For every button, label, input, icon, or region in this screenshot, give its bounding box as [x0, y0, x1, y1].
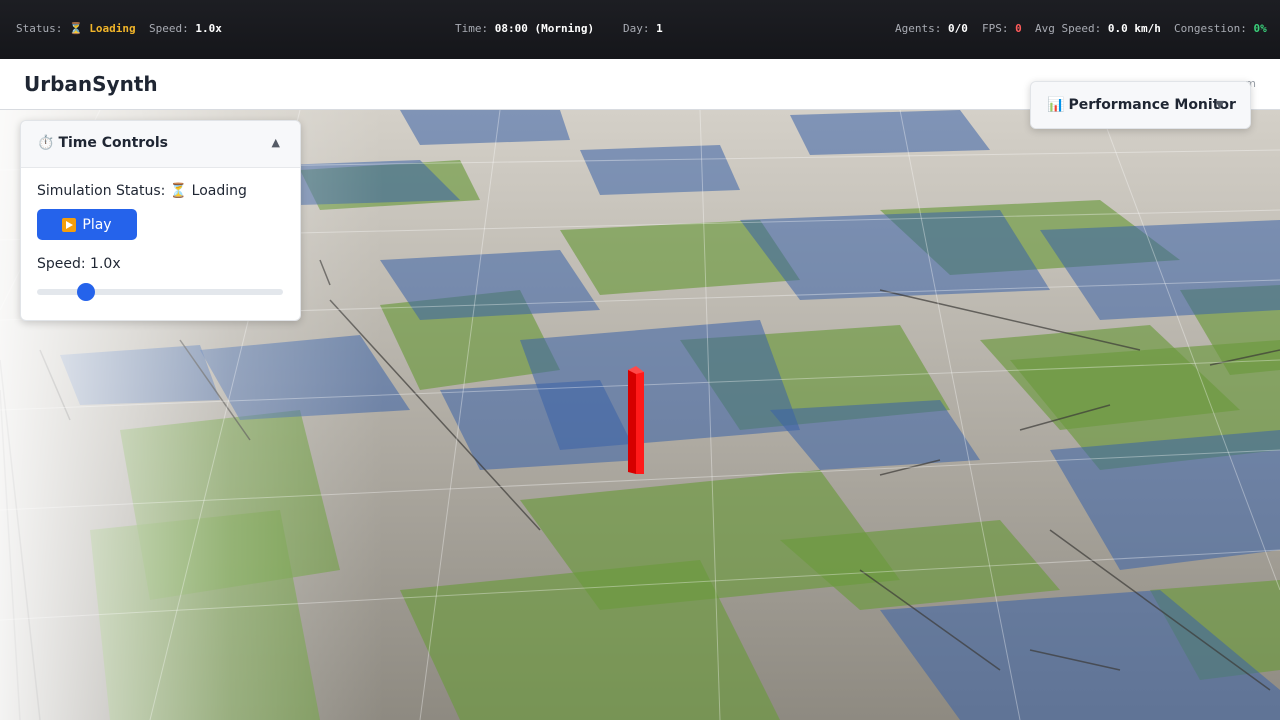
congestion-label: Congestion: [1174, 22, 1247, 35]
time-label: Time: [455, 22, 489, 35]
status-label: Status: [16, 22, 63, 35]
expand-toggle-icon[interactable]: ▼ [1216, 98, 1224, 111]
avg-speed-readout: Avg Speed: 0.0 km/h [1035, 22, 1161, 35]
fps-label: FPS: [982, 22, 1009, 35]
agents-readout: Agents: 0/0 [895, 22, 968, 35]
performance-monitor-title-text: Performance Monitor [1068, 97, 1236, 113]
agents-value: 0/0 [947, 22, 968, 35]
play-button-label: Play [82, 216, 112, 233]
time-controls-title: ⏱️ Time Controls [37, 135, 168, 151]
day-readout: Day: 1 [623, 22, 663, 35]
congestion-value: 0% [1253, 22, 1267, 35]
play-icon [62, 217, 77, 232]
status-bar: Status: ⏳ Loading Speed: 1.0x Time: 08:0… [0, 0, 1280, 59]
speed-label: Speed: 1.0x [37, 256, 121, 272]
time-controls-header[interactable]: ⏱️ Time Controls ▲ [21, 121, 300, 168]
day-value: 1 [656, 22, 663, 35]
time-value: 08:00 (Morning) [494, 22, 595, 35]
simulation-status: Simulation Status: ⏳ Loading [37, 183, 247, 199]
fps-value: 0 [1015, 22, 1022, 35]
play-button[interactable]: Play [37, 209, 137, 240]
time-readout: Time: 08:00 (Morning) [455, 22, 594, 35]
avg-speed-label: Avg Speed: [1035, 22, 1102, 35]
speed-label: Speed: [149, 22, 189, 35]
congestion-readout: Congestion: 0% [1174, 22, 1267, 35]
red-marker-column[interactable] [628, 366, 644, 474]
speed-value: 1.0x [195, 22, 222, 35]
chart-icon: 📊 [1047, 97, 1065, 113]
time-controls-panel: ⏱️ Time Controls ▲ Simulation Status: ⏳ L… [20, 120, 301, 321]
collapse-toggle-icon[interactable]: ▲ [272, 136, 280, 149]
fps-readout: FPS: 0 [982, 22, 1022, 35]
stopwatch-icon: ⏱️ [37, 135, 55, 151]
status-readout: Status: ⏳ Loading [16, 22, 136, 35]
day-label: Day: [623, 22, 650, 35]
performance-monitor-title: 📊 Performance Monitor [1047, 97, 1236, 113]
agents-label: Agents: [895, 22, 942, 35]
hourglass-icon: ⏳ [68, 22, 83, 35]
performance-monitor-panel: 📊 Performance Monitor ▼ [1030, 81, 1251, 129]
time-controls-title-text: Time Controls [58, 135, 168, 151]
speed-slider[interactable] [37, 283, 283, 301]
status-value: Loading [89, 22, 136, 35]
speed-readout: Speed: 1.0x [149, 22, 222, 35]
speed-slider-thumb[interactable] [77, 283, 96, 301]
performance-monitor-header[interactable]: 📊 Performance Monitor ▼ [1031, 82, 1250, 128]
app-title: UrbanSynth [24, 72, 158, 96]
avg-speed-value: 0.0 km/h [1107, 22, 1161, 35]
